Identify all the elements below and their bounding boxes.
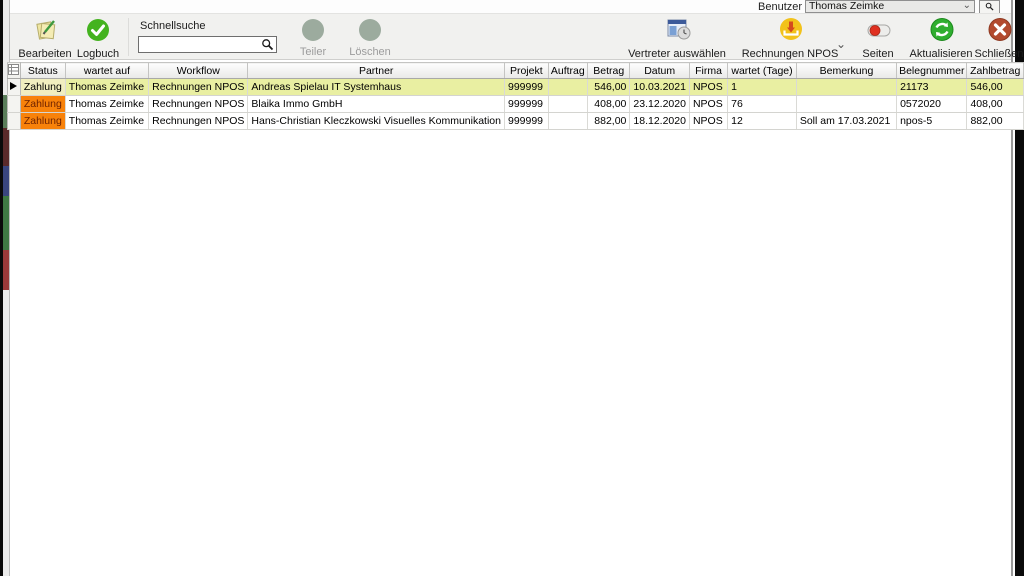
row-selector-header[interactable] (8, 63, 21, 79)
table-cell[interactable]: 999999 (504, 113, 548, 130)
schnellsuche-label: Schnellsuche (140, 20, 205, 32)
schnellsuche-field[interactable] (138, 36, 277, 53)
schliessen-button[interactable]: Schließen (954, 17, 1024, 60)
table-cell[interactable]: NPOS (689, 113, 727, 130)
table-cell[interactable]: Zahlung (20, 79, 65, 96)
column-header[interactable]: Auftrag (548, 63, 587, 79)
edge-artifact (3, 196, 9, 250)
table-cell[interactable]: 21173 (897, 79, 967, 96)
edge-artifact (3, 166, 9, 196)
table-cell[interactable]: 23.12.2020 (630, 96, 690, 113)
table-cell[interactable]: Zahlung (20, 96, 65, 113)
table-cell[interactable]: Soll am 17.03.2021 (796, 113, 896, 130)
column-header[interactable]: Partner (248, 63, 505, 79)
row-selector-cell[interactable] (8, 96, 21, 113)
user-dropdown-value: Thomas Zeimke (809, 0, 884, 12)
current-row-marker-icon (10, 82, 17, 90)
table-cell[interactable]: 408,00 (588, 96, 630, 113)
table-cell[interactable]: 882,00 (967, 113, 1024, 130)
table-cell[interactable]: 12 (728, 113, 797, 130)
app-window: Benutzer Thomas Zeimke ⌄ ... Bea (0, 0, 1024, 576)
row-selector-cell[interactable] (8, 79, 21, 96)
table-cell[interactable]: Rechnungen NPOS (149, 113, 248, 130)
table-cell[interactable]: Andreas Spielau IT Systemhaus (248, 79, 505, 96)
table-cell[interactable]: Blaika Immo GmbH (248, 96, 505, 113)
check-circle-icon (86, 17, 110, 43)
table-cell[interactable]: 76 (728, 96, 797, 113)
row-selector-cell[interactable] (8, 113, 21, 130)
table-cell[interactable]: Hans-Christian Kleczkowski Visuelles Kom… (248, 113, 505, 130)
loeschen-label: Löschen (325, 46, 415, 58)
table-cell[interactable] (548, 113, 587, 130)
vertreter-auswaehlen-label: Vertreter auswählen (622, 48, 732, 60)
user-bar: Benutzer Thomas Zeimke ⌄ ... (10, 0, 1011, 13)
table-cell[interactable]: NPOS (689, 79, 727, 96)
column-header[interactable]: Datum (630, 63, 690, 79)
toolbar: Bearbeiten Logbuch Schnellsuche (10, 13, 1011, 60)
logbuch-button[interactable]: Logbuch (53, 17, 143, 60)
table-row[interactable]: ZahlungThomas ZeimkeRechnungen NPOSHans-… (8, 113, 1024, 130)
teiler-icon (302, 19, 324, 41)
column-header[interactable]: Firma (689, 63, 727, 79)
user-label: Benutzer (758, 1, 802, 13)
table-cell[interactable]: Rechnungen NPOS (149, 96, 248, 113)
column-header[interactable]: Workflow (149, 63, 248, 79)
column-header[interactable]: wartet auf (65, 63, 148, 79)
grid-icon (8, 64, 19, 75)
table-row[interactable]: ZahlungThomas ZeimkeRechnungen NPOSAndre… (8, 79, 1024, 96)
edge-artifact (3, 250, 9, 290)
column-header[interactable]: Projekt (504, 63, 548, 79)
close-icon (987, 17, 1011, 43)
table-body: ZahlungThomas ZeimkeRechnungen NPOSAndre… (8, 79, 1024, 130)
logbuch-label: Logbuch (53, 48, 143, 60)
table-cell[interactable]: NPOS (689, 96, 727, 113)
table-cell[interactable] (796, 96, 896, 113)
table-cell[interactable]: 546,00 (588, 79, 630, 96)
table-cell[interactable]: 10.03.2021 (630, 79, 690, 96)
column-header[interactable]: Bemerkung (796, 63, 896, 79)
window-clock-icon (665, 17, 689, 43)
column-header[interactable]: Belegnummer (897, 63, 967, 79)
user-dropdown[interactable]: Thomas Zeimke ⌄ (805, 0, 975, 13)
column-header[interactable]: Betrag (588, 63, 630, 79)
table-cell[interactable] (548, 79, 587, 96)
table-cell[interactable]: 999999 (504, 79, 548, 96)
workflow-table[interactable]: Statuswartet aufWorkflowPartnerProjektAu… (7, 62, 1024, 130)
column-header[interactable]: wartet (Tage) (728, 63, 797, 79)
rechnungen-npos-button[interactable]: Rechnungen NPOS (740, 17, 840, 60)
toggle-icon (866, 17, 890, 43)
loeschen-button: Löschen (325, 17, 415, 58)
table-cell[interactable]: Thomas Zeimke (65, 96, 148, 113)
table-cell[interactable]: Thomas Zeimke (65, 79, 148, 96)
table-cell[interactable]: 0572020 (897, 96, 967, 113)
table-cell[interactable]: Zahlung (20, 113, 65, 130)
column-header[interactable]: Zahlbetrag (967, 63, 1024, 79)
table-cell[interactable]: 999999 (504, 96, 548, 113)
chevron-down-icon: ⌄ (963, 0, 971, 11)
table-cell[interactable] (796, 79, 896, 96)
table-cell[interactable]: 1 (728, 79, 797, 96)
table-header-row: Statuswartet aufWorkflowPartnerProjektAu… (8, 63, 1024, 79)
table-cell[interactable]: npos-5 (897, 113, 967, 130)
table-cell[interactable]: 18.12.2020 (630, 113, 690, 130)
schliessen-label: Schließen (954, 48, 1024, 60)
table-row[interactable]: ZahlungThomas ZeimkeRechnungen NPOSBlaik… (8, 96, 1024, 113)
toolbar-separator (128, 18, 129, 56)
inbox-download-icon (778, 17, 802, 43)
table-cell[interactable]: 408,00 (967, 96, 1024, 113)
table-cell[interactable]: Rechnungen NPOS (149, 79, 248, 96)
table-cell[interactable]: Thomas Zeimke (65, 113, 148, 130)
column-header[interactable]: Status (20, 63, 65, 79)
vertreter-auswaehlen-button[interactable]: Vertreter auswählen (622, 17, 732, 60)
refresh-icon (929, 17, 953, 43)
loeschen-icon (359, 19, 381, 41)
rechnungen-npos-label: Rechnungen NPOS (740, 48, 840, 60)
table-cell[interactable]: 546,00 (967, 79, 1024, 96)
table-cell[interactable] (548, 96, 587, 113)
table-cell[interactable]: 882,00 (588, 113, 630, 130)
schnellsuche-input[interactable] (141, 38, 259, 51)
edge-artifact (3, 128, 9, 166)
